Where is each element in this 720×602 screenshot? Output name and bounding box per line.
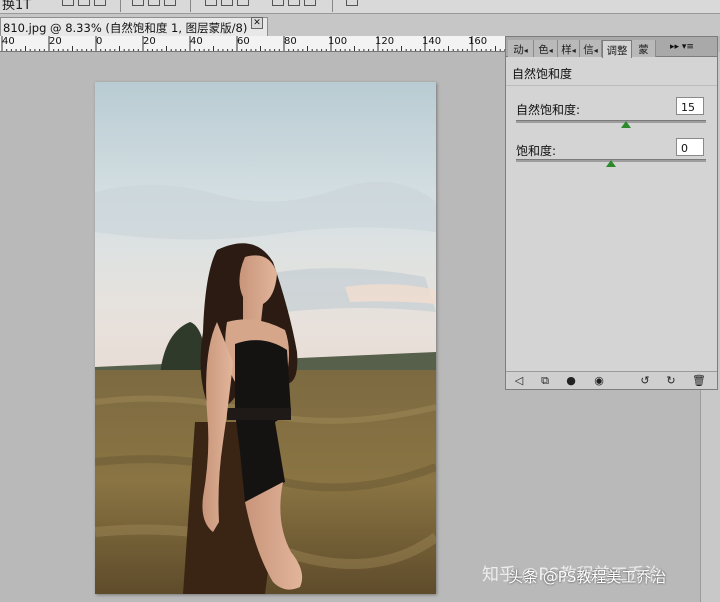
clip-to-layer-icon[interactable]: ●	[564, 374, 578, 388]
saturation-input[interactable]	[676, 138, 704, 156]
saturation-slider-thumb[interactable]	[606, 160, 616, 167]
tab-color[interactable]: 色◂	[534, 40, 558, 57]
ruler-label: 120	[375, 36, 395, 47]
ruler-label: 0	[96, 36, 103, 47]
distribute-right-icon[interactable]	[237, 0, 249, 6]
close-icon[interactable]: ✕	[251, 17, 263, 29]
adjustments-panel: 动◂ 色◂ 样◂ 信◂ 调整 蒙 ▸▸ ▾≡ 自然饱和度 自然饱和度: 饱和度:…	[505, 36, 718, 390]
trash-icon[interactable]: 🗑	[692, 374, 706, 388]
ruler-label: 20	[49, 36, 62, 47]
ruler-label: 100	[328, 36, 348, 47]
view-previous-state-icon[interactable]: ↺	[638, 374, 652, 388]
options-toolbar: 换1T	[0, 0, 720, 14]
distribute-hcenter-icon[interactable]	[221, 0, 233, 6]
distribute-middle-icon[interactable]	[148, 0, 160, 6]
ruler-label: 40	[190, 36, 203, 47]
tab-masks[interactable]: 蒙	[632, 40, 656, 57]
panel-menu-icon[interactable]: ▸▸ ▾≡	[670, 42, 694, 52]
distribute-left-icon[interactable]	[205, 0, 217, 6]
distribute-height-icon[interactable]	[304, 0, 316, 6]
tab-styles[interactable]: 样◂	[558, 40, 580, 57]
ruler-label: 140	[422, 36, 442, 47]
toolbar-partial-text: 换1T	[2, 0, 32, 13]
document-tab-title: 810.jpg @ 8.33% (自然饱和度 1, 图层蒙版/8) *	[3, 21, 257, 35]
panel-bottom-bar: ◁ ⧉ ● ◉ ↺ ↻ 🗑	[506, 371, 717, 389]
document-image[interactable]	[95, 82, 436, 594]
vibrance-input[interactable]	[676, 97, 704, 115]
photo-woman-in-field	[95, 82, 436, 594]
back-arrow-icon[interactable]: ◁	[512, 374, 526, 388]
tab-adjustments[interactable]: 调整	[602, 40, 632, 58]
expand-view-icon[interactable]: ⧉	[538, 374, 552, 388]
distribute-width-icon[interactable]	[288, 0, 300, 6]
vibrance-slider-thumb[interactable]	[621, 121, 632, 128]
tab-animation[interactable]: 动◂	[508, 40, 534, 57]
align-left-icon[interactable]	[62, 0, 74, 6]
align-center-icon[interactable]	[78, 0, 90, 6]
saturation-label: 饱和度:	[516, 144, 557, 158]
ruler-label: 40	[2, 36, 15, 47]
panel-tab-bar: 动◂ 色◂ 样◂ 信◂ 调整 蒙 ▸▸ ▾≡	[506, 37, 717, 58]
vibrance-slider-track[interactable]	[516, 120, 706, 123]
align-right-icon[interactable]	[94, 0, 106, 6]
reset-icon[interactable]: ↻	[664, 374, 678, 388]
ruler-label: 20	[143, 36, 156, 47]
distribute-bottom-icon[interactable]	[164, 0, 176, 6]
tab-info[interactable]: 信◂	[580, 40, 602, 57]
distribute-space-icon[interactable]	[272, 0, 284, 6]
vibrance-label: 自然饱和度:	[516, 103, 581, 117]
watermark-toutiao: 头条 @PS教程美工乔治	[508, 568, 667, 586]
panel-title: 自然饱和度	[512, 67, 573, 81]
ruler-label: 80	[284, 36, 297, 47]
horizontal-ruler: 40 20 0 20 40 60 80 100 120 140 160	[0, 36, 505, 52]
ruler-label: 160	[468, 36, 488, 47]
document-tab[interactable]: 810.jpg @ 8.33% (自然饱和度 1, 图层蒙版/8) *	[0, 17, 268, 36]
document-tab-bar: 810.jpg @ 8.33% (自然饱和度 1, 图层蒙版/8) * ✕	[0, 14, 720, 36]
ruler-label: 60	[237, 36, 250, 47]
divider	[506, 85, 717, 86]
distribute-top-icon[interactable]	[132, 0, 144, 6]
visibility-eye-icon[interactable]: ◉	[592, 374, 606, 388]
auto-align-icon[interactable]	[346, 0, 358, 6]
